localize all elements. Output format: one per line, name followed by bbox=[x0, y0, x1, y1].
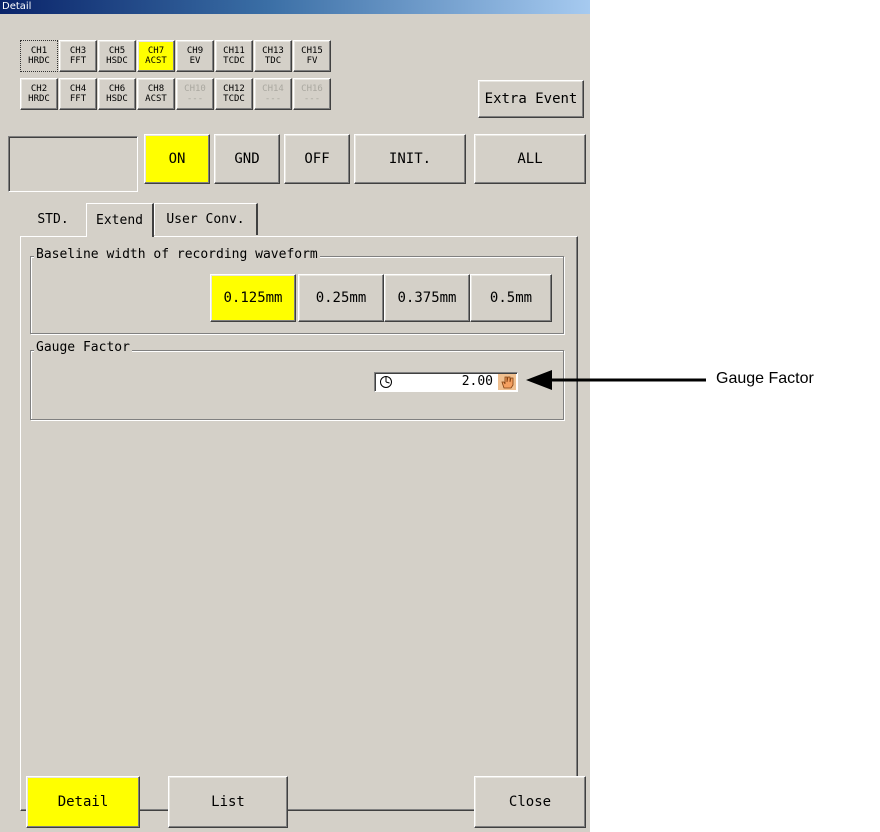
detail-button[interactable]: Detail bbox=[26, 776, 140, 828]
channel-button-ch12[interactable]: CH12 TCDC bbox=[215, 78, 253, 110]
channel-button-ch2[interactable]: CH2 HRDC bbox=[20, 78, 58, 110]
channel-type: --- bbox=[303, 94, 321, 104]
channel-button-ch7[interactable]: CH7 ACST bbox=[137, 40, 175, 72]
all-button[interactable]: ALL bbox=[474, 134, 586, 184]
channel-type: HSDC bbox=[106, 56, 128, 66]
channel-type: FFT bbox=[69, 94, 87, 104]
gauge-factor-label: Gauge Factor bbox=[34, 340, 132, 355]
baseline-option-05[interactable]: 0.5mm bbox=[470, 274, 552, 322]
channel-button-ch4[interactable]: CH4 FFT bbox=[59, 78, 97, 110]
channel-name: CH9 bbox=[186, 46, 204, 56]
channel-button-ch15[interactable]: CH15 FV bbox=[293, 40, 331, 72]
channel-type: TDC bbox=[264, 56, 282, 66]
channel-type: HRDC bbox=[28, 94, 50, 104]
channel-button-ch14: CH14 --- bbox=[254, 78, 292, 110]
channel-name: CH13 bbox=[262, 46, 284, 56]
channel-name: CH1 bbox=[30, 46, 48, 56]
init-button[interactable]: INIT. bbox=[354, 134, 466, 184]
channel-type: TCDC bbox=[223, 94, 245, 104]
gnd-button[interactable]: GND bbox=[214, 134, 280, 184]
channel-button-ch6[interactable]: CH6 HSDC bbox=[98, 78, 136, 110]
channel-button-ch10: CH10 --- bbox=[176, 78, 214, 110]
baseline-option-0125[interactable]: 0.125mm bbox=[210, 274, 296, 322]
off-button[interactable]: OFF bbox=[284, 134, 350, 184]
annotation-arrow bbox=[526, 370, 706, 390]
channel-type: HSDC bbox=[106, 94, 128, 104]
gauge-factor-value: 2.00 bbox=[461, 374, 493, 389]
channel-name: CH2 bbox=[30, 84, 48, 94]
channel-name: CH16 bbox=[301, 84, 323, 94]
channel-button-ch11[interactable]: CH11 TCDC bbox=[215, 40, 253, 72]
gauge-factor-input[interactable]: 2.00 bbox=[374, 372, 518, 392]
channel-type: ACST bbox=[145, 56, 167, 66]
channel-type: FV bbox=[306, 56, 318, 66]
title-bar: Detail bbox=[0, 0, 590, 14]
tab-extend[interactable]: Extend bbox=[86, 203, 154, 237]
channel-type: ACST bbox=[145, 94, 167, 104]
extra-event-button[interactable]: Extra Event bbox=[478, 80, 584, 118]
window-title: Detail bbox=[2, 1, 32, 12]
channel-name: CH11 bbox=[223, 46, 245, 56]
channel-button-ch3[interactable]: CH3 FFT bbox=[59, 40, 97, 72]
tab-std[interactable]: STD. bbox=[22, 203, 84, 235]
baseline-option-0375[interactable]: 0.375mm bbox=[384, 274, 470, 322]
channel-type: FFT bbox=[69, 56, 87, 66]
on-button[interactable]: ON bbox=[144, 134, 210, 184]
list-button[interactable]: List bbox=[168, 776, 288, 828]
channel-name: CH12 bbox=[223, 84, 245, 94]
channel-name: CH4 bbox=[69, 84, 87, 94]
channel-button-ch8[interactable]: CH8 ACST bbox=[137, 78, 175, 110]
channel-type: --- bbox=[264, 94, 282, 104]
channel-name: CH15 bbox=[301, 46, 323, 56]
close-button[interactable]: Close bbox=[474, 776, 586, 828]
channel-type: TCDC bbox=[223, 56, 245, 66]
annotation-label: Gauge Factor bbox=[716, 370, 814, 387]
channel-indicator-box bbox=[8, 136, 138, 192]
hand-pointer-icon[interactable] bbox=[498, 374, 516, 390]
tab-user-conv[interactable]: User Conv. bbox=[154, 203, 258, 235]
channel-button-ch16: CH16 --- bbox=[293, 78, 331, 110]
channel-button-ch5[interactable]: CH5 HSDC bbox=[98, 40, 136, 72]
channel-name: CH14 bbox=[262, 84, 284, 94]
channel-name: CH6 bbox=[108, 84, 126, 94]
channel-name: CH10 bbox=[184, 84, 206, 94]
channel-button-ch1[interactable]: CH1 HRDC bbox=[20, 40, 58, 72]
channel-button-ch9[interactable]: CH9 EV bbox=[176, 40, 214, 72]
baseline-width-label: Baseline width of recording waveform bbox=[34, 247, 320, 262]
channel-type: --- bbox=[186, 94, 204, 104]
channel-button-ch13[interactable]: CH13 TDC bbox=[254, 40, 292, 72]
channel-type: HRDC bbox=[28, 56, 50, 66]
channel-type: EV bbox=[189, 56, 201, 66]
detail-window: Detail CH1 HRDC CH3 FFT CH5 HSDC CH7 ACS… bbox=[0, 0, 590, 832]
channel-name: CH7 bbox=[147, 46, 165, 56]
knob-icon bbox=[380, 376, 392, 388]
channel-name: CH5 bbox=[108, 46, 126, 56]
channel-name: CH3 bbox=[69, 46, 87, 56]
channel-name: CH8 bbox=[147, 84, 165, 94]
baseline-option-025[interactable]: 0.25mm bbox=[298, 274, 384, 322]
